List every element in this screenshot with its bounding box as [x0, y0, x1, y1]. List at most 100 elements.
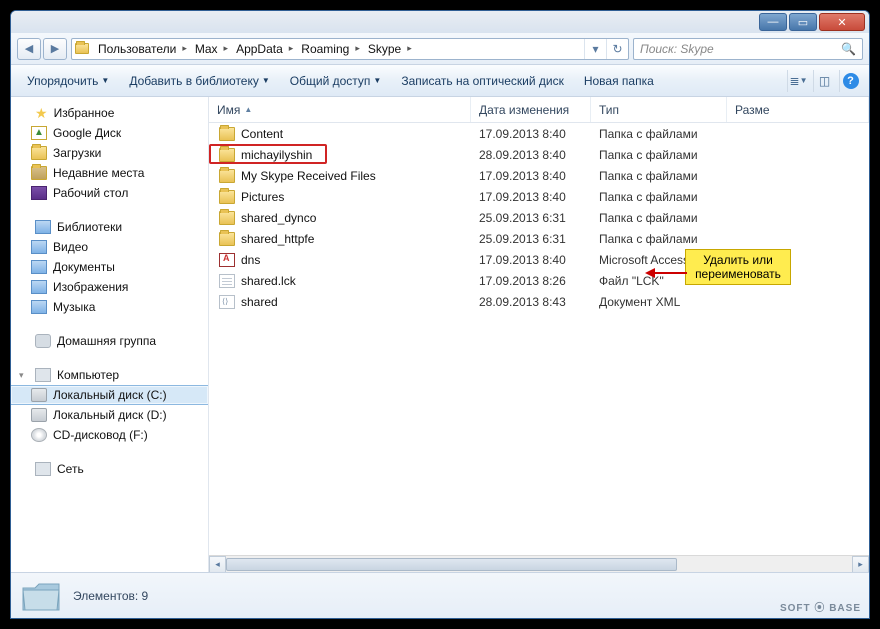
file-type: Папка с файлами — [591, 232, 727, 246]
sidebar-item-cd[interactable]: CD-дисковод (F:) — [11, 425, 208, 445]
file-row[interactable]: shared 28.09.2013 8:43Документ XML — [209, 291, 869, 312]
file-row[interactable]: My Skype Received Files 17.09.2013 8:40Па… — [209, 165, 869, 186]
watermark: SOFT ⦿ BASE — [780, 599, 861, 614]
sidebar-item[interactable]: Документы — [11, 257, 208, 277]
view-mode-button[interactable]: ≣ ▼ — [787, 70, 809, 92]
annotation-tooltip: Удалить или переименовать — [685, 249, 791, 285]
file-row[interactable]: shared_dynco 25.09.2013 6:31Папка с файла… — [209, 207, 869, 228]
folder-icon — [219, 127, 235, 141]
sidebar-libraries[interactable]: Библиотеки — [11, 217, 208, 237]
file-date: 17.09.2013 8:40 — [471, 127, 591, 141]
file-row[interactable]: michayilyshin28.09.2013 8:40Папка с файл… — [209, 144, 869, 165]
include-in-library-button[interactable]: Добавить в библиотеку▼ — [121, 71, 277, 91]
file-list: Content17.09.2013 8:40Папка с файламиmic… — [209, 123, 869, 555]
file-date: 17.09.2013 8:26 — [471, 274, 591, 288]
file-name: Content — [241, 127, 283, 141]
sidebar-item[interactable]: Изображения — [11, 277, 208, 297]
minimize-button[interactable]: — — [759, 13, 787, 31]
sidebar-item[interactable]: Недавние места — [11, 163, 208, 183]
status-text: Элементов: 9 — [73, 589, 148, 603]
col-size[interactable]: Разме — [727, 97, 869, 122]
explorer-window: — ▭ ✕ ◀ ▶ Пользователи Max AppData Roami… — [10, 10, 870, 619]
file-name: shared_dynco — [241, 211, 316, 225]
horizontal-scrollbar[interactable]: ◂ ▸ — [209, 555, 869, 572]
file-row[interactable]: shared_httpfe 25.09.2013 6:31Папка с файл… — [209, 228, 869, 249]
breadcrumb-item[interactable]: Max — [189, 39, 230, 59]
sidebar-item[interactable]: Видео — [11, 237, 208, 257]
file-type: Папка с файлами — [591, 127, 727, 141]
sidebar-item[interactable]: Загрузки — [11, 143, 208, 163]
search-placeholder: Поиск: Skype — [640, 42, 714, 56]
file-type: Папка с файлами — [591, 169, 727, 183]
organize-button[interactable]: Упорядочить▼ — [19, 71, 117, 91]
file-date: 17.09.2013 8:40 — [471, 190, 591, 204]
maximize-button[interactable]: ▭ — [789, 13, 817, 31]
col-name[interactable]: Имя▲ — [209, 97, 471, 122]
content-pane: Имя▲ Дата изменения Тип Разме Content 17.… — [209, 97, 869, 572]
folder-icon — [21, 580, 61, 612]
sidebar-item[interactable]: ▲Google Диск — [11, 123, 208, 143]
sidebar-item-drive-d[interactable]: Локальный диск (D:) — [11, 405, 208, 425]
folder-icon — [219, 148, 235, 162]
breadcrumb-item[interactable]: Skype — [362, 39, 414, 59]
annotation-arrow-icon — [645, 265, 687, 281]
search-icon: 🔍 — [841, 42, 856, 56]
file-name: shared.lck — [241, 274, 296, 288]
burn-button[interactable]: Записать на оптический диск — [393, 71, 572, 91]
file-row[interactable]: Pictures 17.09.2013 8:40Папка с файлами — [209, 186, 869, 207]
file-name: Pictures — [241, 190, 284, 204]
col-type[interactable]: Тип — [591, 97, 727, 122]
file-type: Папка с файлами — [591, 148, 727, 162]
back-button[interactable]: ◀ — [17, 38, 41, 60]
file-date: 25.09.2013 6:31 — [471, 211, 591, 225]
forward-button[interactable]: ▶ — [43, 38, 67, 60]
sidebar-favorites[interactable]: ★Избранное — [11, 103, 208, 123]
file-type: Папка с файлами — [591, 190, 727, 204]
file-date: 17.09.2013 8:40 — [471, 253, 591, 267]
file-name: shared_httpfe — [241, 232, 314, 246]
file-date: 25.09.2013 6:31 — [471, 232, 591, 246]
file-date: 28.09.2013 8:40 — [471, 148, 591, 162]
doc-icon — [219, 274, 235, 288]
file-date: 17.09.2013 8:40 — [471, 169, 591, 183]
sidebar-item-drive-c[interactable]: Локальный диск (C:) — [11, 385, 208, 405]
toolbar: Упорядочить▼ Добавить в библиотеку▼ Общи… — [11, 65, 869, 97]
xml-icon — [219, 295, 235, 309]
new-folder-button[interactable]: Новая папка — [576, 71, 662, 91]
file-type: Папка с файлами — [591, 211, 727, 225]
sidebar-homegroup[interactable]: Домашняя группа — [11, 331, 208, 351]
sidebar-item[interactable]: Рабочий стол — [11, 183, 208, 203]
sidebar-computer[interactable]: ▾Компьютер — [11, 365, 208, 385]
file-date: 28.09.2013 8:43 — [471, 295, 591, 309]
sidebar: ★Избранное ▲Google Диск Загрузки Недавни… — [11, 97, 209, 572]
file-name: shared — [241, 295, 278, 309]
sidebar-network[interactable]: Сеть — [11, 459, 208, 479]
scroll-right-button[interactable]: ▸ — [852, 556, 869, 573]
preview-pane-button[interactable]: ◫ — [813, 70, 835, 92]
help-button[interactable]: ? — [839, 70, 861, 92]
folder-icon — [219, 169, 235, 183]
close-button[interactable]: ✕ — [819, 13, 865, 31]
file-name: dns — [241, 253, 260, 267]
breadcrumb-item[interactable]: Пользователи — [92, 39, 189, 59]
refresh-icon[interactable]: ↻ — [606, 39, 628, 59]
dns-icon — [219, 253, 235, 267]
file-name: My Skype Received Files — [241, 169, 376, 183]
status-bar: Элементов: 9 — [11, 572, 869, 618]
search-input[interactable]: Поиск: Skype 🔍 — [633, 38, 863, 60]
folder-icon — [219, 190, 235, 204]
sidebar-item[interactable]: Музыка — [11, 297, 208, 317]
column-headers: Имя▲ Дата изменения Тип Разме — [209, 97, 869, 123]
breadcrumb-item[interactable]: Roaming — [295, 39, 362, 59]
nav-row: ◀ ▶ Пользователи Max AppData Roaming Sky… — [11, 33, 869, 65]
titlebar: — ▭ ✕ — [11, 11, 869, 33]
breadcrumb-item[interactable]: AppData — [230, 39, 295, 59]
scroll-left-button[interactable]: ◂ — [209, 556, 226, 573]
col-date[interactable]: Дата изменения — [471, 97, 591, 122]
file-row[interactable]: Content 17.09.2013 8:40Папка с файлами — [209, 123, 869, 144]
address-dropdown-icon[interactable]: ▾ — [584, 39, 606, 59]
share-button[interactable]: Общий доступ▼ — [282, 71, 390, 91]
address-bar[interactable]: Пользователи Max AppData Roaming Skype ▾… — [71, 38, 629, 60]
file-type: Документ XML — [591, 295, 727, 309]
folder-icon — [219, 211, 235, 225]
